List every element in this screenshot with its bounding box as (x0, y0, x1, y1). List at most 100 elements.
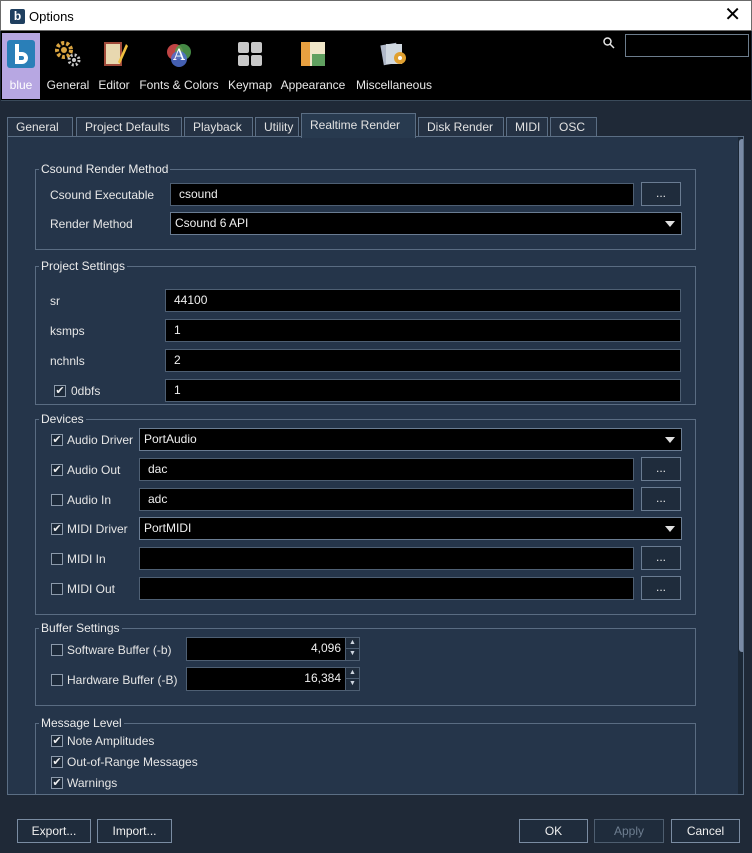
category-appearance[interactable]: Appearance (277, 33, 349, 99)
tab-project-defaults[interactable]: Project Defaults (76, 117, 182, 137)
render-method-value: Csound 6 API (175, 216, 249, 230)
app-icon: b (10, 9, 25, 24)
software-buffer-spinner[interactable]: 4,096 ▲ ▼ (186, 637, 360, 661)
category-blue[interactable]: blue (2, 33, 40, 99)
tab-realtime-render[interactable]: Realtime Render (301, 113, 416, 138)
audio-out-input[interactable]: dac (139, 458, 634, 481)
nchnls-input[interactable]: 2 (165, 349, 681, 372)
audio-driver-value: PortAudio (144, 432, 197, 446)
close-icon[interactable]: ✕ (724, 4, 741, 26)
import-button[interactable]: Import... (97, 819, 172, 843)
group-title: Buffer Settings (41, 621, 120, 635)
midi-out-label: MIDI Out (67, 582, 116, 596)
title-bar: b Options ✕ (0, 0, 752, 31)
settings-tabs: General Project Defaults Playback Utilit… (7, 113, 747, 138)
chevron-down-icon (665, 437, 675, 443)
midi-in-browse-button[interactable]: ... (641, 546, 681, 570)
audio-in-label: Audio In (67, 493, 112, 507)
midi-in-label: MIDI In (67, 552, 106, 566)
audio-driver-label: Audio Driver (67, 433, 134, 447)
ksmps-input[interactable]: 1 (165, 319, 681, 342)
apply-button[interactable]: Apply (594, 819, 664, 843)
spinner-up-icon[interactable]: ▲ (345, 668, 359, 679)
csound-executable-input[interactable]: csound (170, 183, 634, 206)
audio-in-browse-button[interactable]: ... (641, 487, 681, 511)
category-label: Editor (98, 78, 130, 92)
audio-out-checkbox[interactable]: ✔ (51, 464, 63, 476)
render-method-select[interactable]: Csound 6 API (170, 212, 682, 235)
keyboard-keys-icon (238, 42, 262, 66)
midi-driver-checkbox[interactable]: ✔ (51, 523, 63, 535)
audio-driver-select[interactable]: PortAudio (139, 428, 682, 451)
midi-driver-select[interactable]: PortMIDI (139, 517, 682, 540)
warnings-checkbox[interactable]: ✔ (51, 777, 63, 789)
tab-midi[interactable]: MIDI (506, 117, 548, 137)
ok-button[interactable]: OK (519, 819, 588, 843)
sr-label: sr (50, 294, 60, 308)
scrollbar-thumb[interactable] (739, 139, 743, 652)
audio-driver-checkbox[interactable]: ✔ (51, 434, 63, 446)
audio-out-browse-button[interactable]: ... (641, 457, 681, 481)
category-label: Appearance (280, 78, 346, 92)
tab-disk-render[interactable]: Disk Render (418, 117, 504, 137)
spinner-down-icon[interactable]: ▼ (345, 649, 359, 660)
category-editor[interactable]: Editor (95, 33, 133, 99)
out-of-range-label: Out-of-Range Messages (67, 755, 198, 769)
group-title: Devices (41, 412, 84, 426)
category-label: Fonts & Colors (139, 78, 219, 92)
misc-gear-cards-icon (380, 42, 406, 66)
spinner-up-icon[interactable]: ▲ (345, 638, 359, 649)
tab-general[interactable]: General (7, 117, 73, 137)
category-label: Miscellaneous (355, 78, 433, 92)
midi-out-checkbox[interactable] (51, 583, 63, 595)
tab-osc[interactable]: OSC (550, 117, 597, 137)
blue-logo-icon (7, 40, 35, 68)
category-general[interactable]: General (43, 33, 93, 99)
group-title: Project Settings (41, 259, 126, 273)
audio-in-checkbox[interactable] (51, 494, 63, 506)
render-method-label: Render Method (50, 217, 133, 231)
nchnls-label: nchnls (50, 354, 85, 368)
group-title: Message Level (41, 716, 122, 730)
zerodbfs-label: 0dbfs (71, 384, 101, 398)
category-label: Keymap (227, 78, 273, 92)
window-layout-icon (301, 42, 325, 66)
search-input[interactable] (625, 34, 749, 57)
hardware-buffer-checkbox[interactable] (51, 674, 63, 686)
category-keymap[interactable]: Keymap (225, 33, 275, 99)
cancel-button[interactable]: Cancel (671, 819, 740, 843)
hardware-buffer-value: 16,384 (304, 671, 341, 685)
midi-in-checkbox[interactable] (51, 553, 63, 565)
note-amplitudes-label: Note Amplitudes (67, 734, 155, 748)
group-title: Csound Render Method (41, 162, 169, 176)
midi-in-input[interactable] (139, 547, 634, 570)
gears-icon (55, 41, 81, 67)
sr-input[interactable]: 44100 (165, 289, 681, 312)
hardware-buffer-spinner[interactable]: 16,384 ▲ ▼ (186, 667, 360, 691)
zerodbfs-checkbox[interactable]: ✔ (54, 385, 66, 397)
spinner-down-icon[interactable]: ▼ (345, 679, 359, 690)
chevron-down-icon (665, 221, 675, 227)
svg-text:A: A (172, 45, 185, 64)
buffer-settings-group: Buffer Settings (35, 621, 696, 706)
software-buffer-checkbox[interactable] (51, 644, 63, 656)
category-fonts-colors[interactable]: A Fonts & Colors (135, 33, 223, 99)
audio-in-input[interactable]: adc (139, 488, 634, 511)
zerodbfs-input[interactable]: 1 (165, 379, 681, 402)
midi-out-browse-button[interactable]: ... (641, 576, 681, 600)
book-pen-icon (104, 42, 128, 66)
window-title: Options (29, 9, 74, 24)
csound-executable-browse-button[interactable]: ... (641, 182, 681, 206)
category-miscellaneous[interactable]: Miscellaneous (351, 33, 437, 99)
out-of-range-checkbox[interactable]: ✔ (51, 756, 63, 768)
midi-driver-value: PortMIDI (144, 521, 192, 535)
search-icon (603, 37, 615, 49)
midi-out-input[interactable] (139, 577, 634, 600)
midi-driver-label: MIDI Driver (67, 522, 128, 536)
note-amplitudes-checkbox[interactable]: ✔ (51, 735, 63, 747)
chevron-down-icon (665, 526, 675, 532)
font-colors-icon: A (167, 44, 191, 67)
tab-utility[interactable]: Utility (255, 117, 299, 137)
export-button[interactable]: Export... (17, 819, 91, 843)
tab-playback[interactable]: Playback (184, 117, 253, 137)
